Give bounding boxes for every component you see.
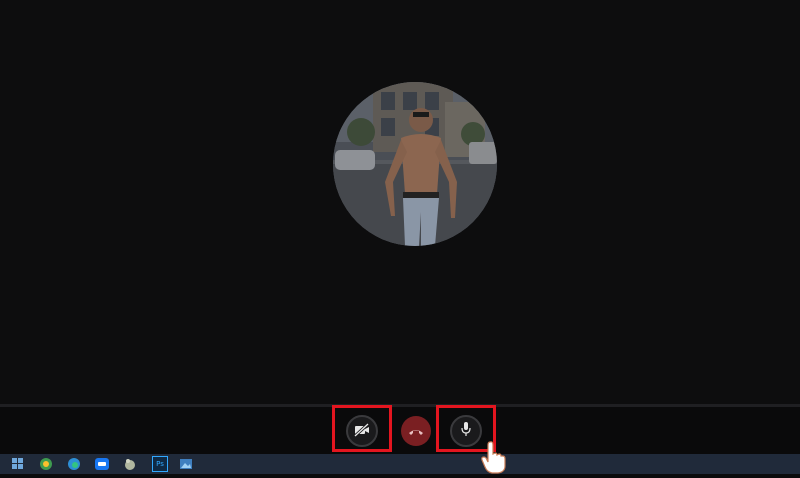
photoshop-label: Ps (156, 460, 164, 468)
contact-photo (333, 82, 497, 246)
photoshop-icon[interactable]: Ps (152, 456, 168, 472)
edge-icon[interactable] (64, 456, 84, 472)
phone-hangup-icon (408, 422, 424, 441)
pointer-hand-icon (478, 440, 512, 474)
windows-taskbar: Ps (0, 454, 800, 474)
toggle-camera-button[interactable] (346, 415, 378, 447)
photos-icon[interactable] (176, 456, 196, 472)
zalo-icon[interactable] (92, 456, 112, 472)
call-control-bar (0, 407, 800, 454)
video-off-icon (353, 422, 370, 441)
contact-avatar (333, 82, 497, 246)
app-icon[interactable] (120, 456, 140, 472)
chrome-icon[interactable] (36, 456, 56, 472)
call-stage (0, 0, 800, 404)
microphone-icon (460, 421, 472, 441)
end-call-button[interactable] (401, 416, 431, 446)
start-icon[interactable] (8, 456, 28, 472)
